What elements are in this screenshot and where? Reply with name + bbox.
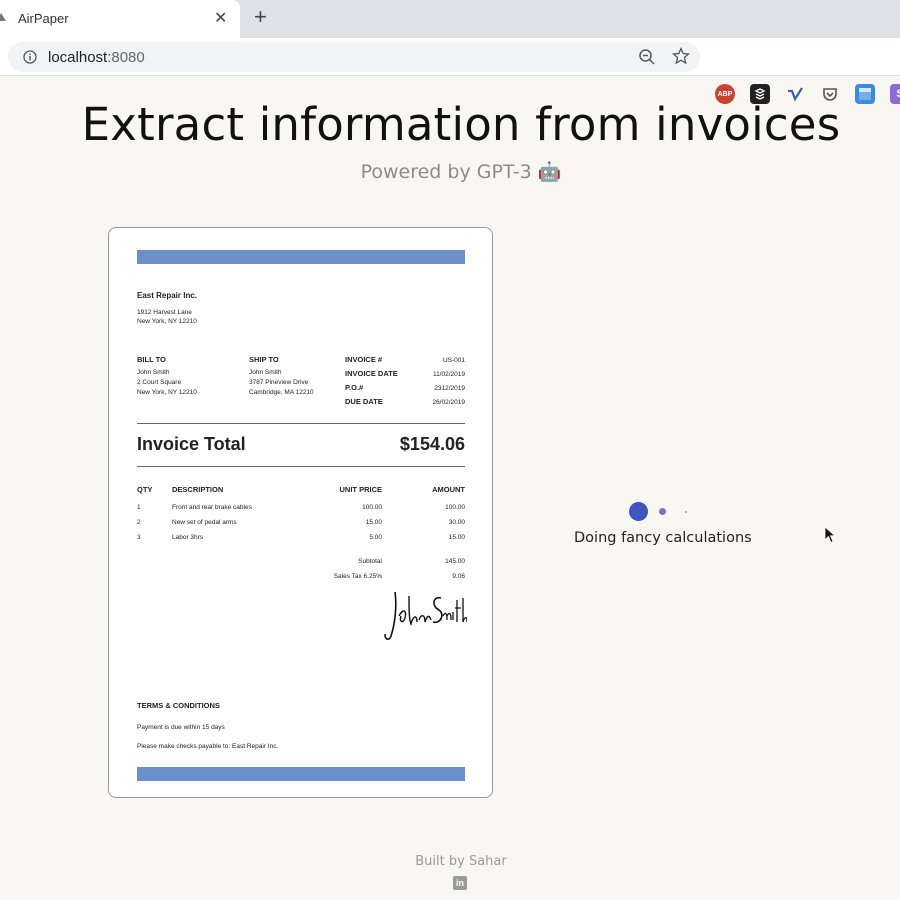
ship-to-line: John Smith [249, 369, 282, 376]
bill-to-label: BILL TO [137, 355, 166, 364]
subtotal-value: 145.00 [445, 558, 465, 565]
loading-dot [685, 511, 687, 513]
new-tab-button[interactable]: + [254, 4, 267, 30]
invoice-preview: East Repair Inc. 1912 Harvest Lane New Y… [108, 227, 493, 798]
page-subtitle: Powered by GPT-3 🤖 [360, 161, 562, 183]
invoice-meta-value: 11/02/2019 [432, 371, 465, 378]
item-qty: 1 [137, 504, 141, 511]
bill-to-line: New York, NY 12210 [137, 389, 197, 396]
loading-dot [659, 508, 666, 515]
url-port: :8080 [107, 49, 145, 66]
invoice-company-address-2: New York, NY 12210 [137, 318, 197, 325]
browser-tab[interactable]: AirPaper ✕ [0, 0, 240, 38]
url-text: localhost:8080 [48, 49, 145, 66]
footer-credit: Built by Sahar [415, 854, 507, 869]
item-qty: 2 [137, 519, 141, 526]
browser-toolbar: localhost:8080 ABP S [0, 38, 900, 104]
column-header-description: DESCRIPTION [172, 485, 224, 494]
item-unit-price: 15.00 [365, 519, 382, 526]
invoice-meta-value: US-001 [442, 357, 465, 364]
invoice-company-name: East Repair Inc. [137, 291, 198, 300]
browser-tab-bar: AirPaper ✕ + [0, 0, 900, 38]
ship-to-line: Cambridge, MA 12210 [249, 389, 314, 396]
invoice-divider [137, 466, 465, 467]
invoice-meta-label: P.O.# [345, 383, 364, 392]
item-unit-price: 5.00 [369, 534, 382, 541]
zoom-out-icon[interactable] [638, 48, 656, 66]
item-description: Labor 3hrs [172, 534, 204, 541]
invoice-meta-label: INVOICE # [345, 355, 383, 364]
item-amount: 30.00 [448, 519, 465, 526]
invoice-divider [137, 423, 465, 424]
sales-tax-value: 9.06 [452, 573, 465, 580]
column-header-unit-price: UNIT PRICE [339, 485, 382, 494]
invoice-bottom-bar [137, 767, 465, 781]
item-amount: 100.00 [445, 504, 465, 511]
item-description: Front and rear brake cables [172, 504, 252, 511]
loading-dot [629, 502, 648, 521]
linkedin-icon[interactable]: in [453, 876, 467, 890]
address-bar[interactable]: localhost:8080 [8, 42, 700, 72]
airpaper-favicon-icon [0, 13, 6, 21]
url-host: localhost [48, 49, 108, 66]
signature-image [384, 591, 467, 640]
item-amount: 15.00 [448, 534, 465, 541]
ship-to-line: 3787 Pineview Drive [249, 379, 309, 386]
subtotal-label: Subtotal [358, 558, 382, 565]
page-title: Extract information from invoices [81, 98, 841, 151]
bill-to-line: John Smith [137, 369, 170, 376]
column-header-qty: QTY [137, 485, 153, 494]
terms-line: Payment is due within 15 days [137, 724, 225, 731]
invoice-meta-label: INVOICE DATE [345, 369, 398, 378]
invoice-total-value: $154.06 [399, 434, 465, 454]
tab-close-icon[interactable]: ✕ [214, 8, 227, 28]
site-info-icon[interactable] [23, 50, 37, 64]
terms-label: TERMS & CONDITIONS [137, 701, 220, 710]
invoice-meta-value: 26/02/2019 [432, 399, 465, 406]
invoice-meta-value: 2312/2019 [434, 385, 465, 392]
tab-title: AirPaper [18, 11, 69, 26]
bill-to-line: 2 Court Square [137, 379, 182, 386]
sales-tax-label: Sales Tax 6.25% [333, 573, 382, 580]
loading-indicator: Doing fancy calculations [574, 500, 754, 550]
item-unit-price: 100.00 [362, 504, 382, 511]
invoice-total-label: Invoice Total [137, 434, 246, 454]
terms-line: Please make checks payable to: East Repa… [137, 743, 279, 750]
loading-text: Doing fancy calculations [574, 530, 752, 546]
invoice-meta-label: DUE DATE [345, 397, 383, 406]
mouse-cursor-icon [824, 526, 836, 544]
bookmark-star-icon[interactable] [672, 47, 690, 65]
ship-to-label: SHIP TO [249, 355, 279, 364]
invoice-top-bar [137, 250, 465, 264]
item-description: New set of pedal arms [172, 519, 237, 526]
item-qty: 3 [137, 534, 141, 541]
column-header-amount: AMOUNT [432, 485, 465, 494]
